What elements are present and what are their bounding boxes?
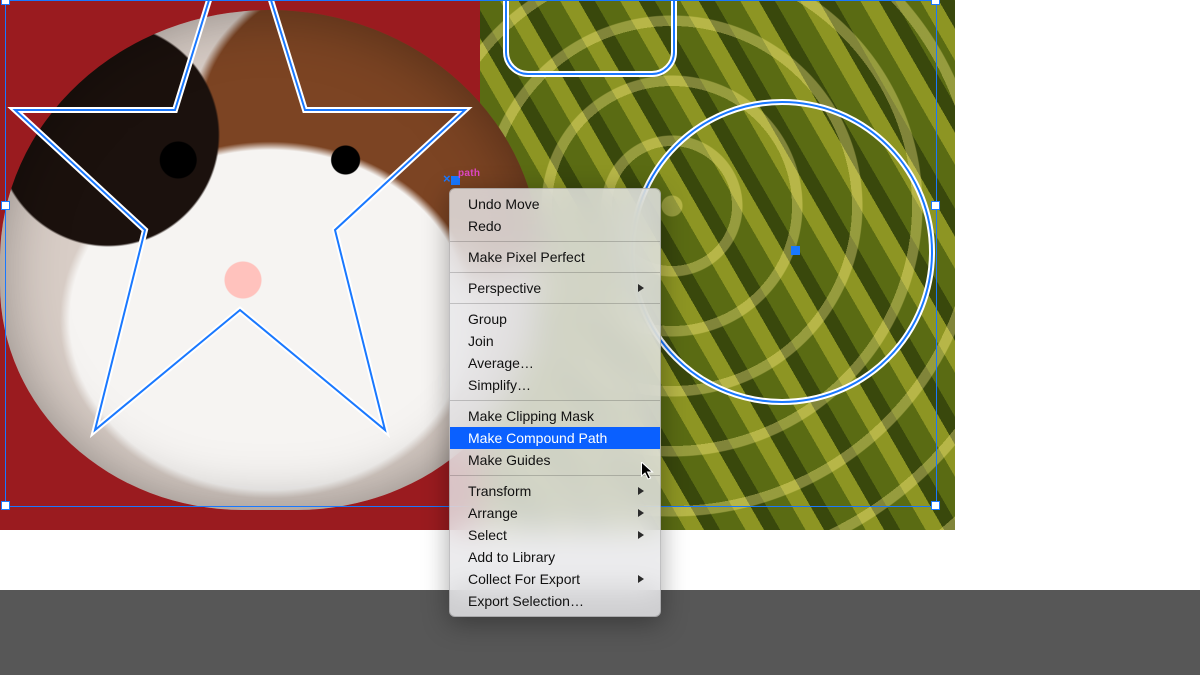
menu-separator xyxy=(450,400,660,401)
bbox-handle-w[interactable] xyxy=(1,201,10,210)
menu-item-select[interactable]: Select xyxy=(450,524,660,546)
menu-item-join[interactable]: Join xyxy=(450,330,660,352)
bbox-handle-se[interactable] xyxy=(931,501,940,510)
menu-item-collect-for-export[interactable]: Collect For Export xyxy=(450,568,660,590)
menu-item-export-selection[interactable]: Export Selection… xyxy=(450,590,660,612)
menu-item-simplify[interactable]: Simplify… xyxy=(450,374,660,396)
menu-item-make-clipping-mask[interactable]: Make Clipping Mask xyxy=(450,405,660,427)
context-menu[interactable]: Undo MoveRedo Make Pixel Perfect Perspecti… xyxy=(449,188,661,617)
menu-separator xyxy=(450,303,660,304)
bbox-handle-ne[interactable] xyxy=(931,0,940,5)
path-label: path xyxy=(458,168,480,179)
anchor-x-icon: × xyxy=(443,171,451,186)
menu-item-arrange[interactable]: Arrange xyxy=(450,502,660,524)
menu-item-average[interactable]: Average… xyxy=(450,352,660,374)
app-stage: × path Undo MoveRedo Make Pixel Perfect Pe… xyxy=(0,0,1200,675)
menu-separator xyxy=(450,272,660,273)
menu-item-redo[interactable]: Redo xyxy=(450,215,660,237)
anchor-circle-right[interactable] xyxy=(791,246,800,255)
menu-item-perspective[interactable]: Perspective xyxy=(450,277,660,299)
menu-separator xyxy=(450,241,660,242)
menu-item-add-to-library[interactable]: Add to Library xyxy=(450,546,660,568)
menu-item-group[interactable]: Group xyxy=(450,308,660,330)
menu-item-make-compound-path[interactable]: Make Compound Path xyxy=(450,427,660,449)
menu-separator xyxy=(450,475,660,476)
menu-item-make-pixel-perfect[interactable]: Make Pixel Perfect xyxy=(450,246,660,268)
menu-item-transform[interactable]: Transform xyxy=(450,480,660,502)
bbox-handle-sw[interactable] xyxy=(1,501,10,510)
menu-item-undo-move[interactable]: Undo Move xyxy=(450,193,660,215)
bbox-handle-nw[interactable] xyxy=(1,0,10,5)
bbox-handle-e[interactable] xyxy=(931,201,940,210)
menu-item-make-guides[interactable]: Make Guides xyxy=(450,449,660,471)
